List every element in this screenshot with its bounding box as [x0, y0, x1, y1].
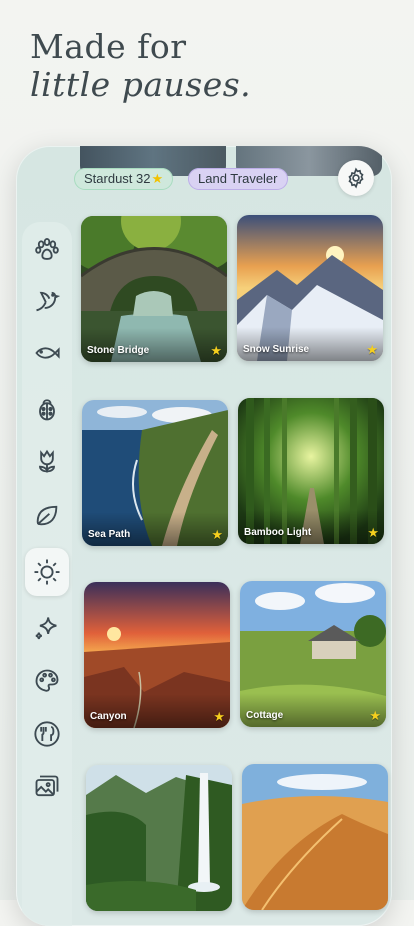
category-birds[interactable]: [25, 279, 69, 323]
photos-icon: [35, 775, 59, 797]
card-title: Bamboo Light: [244, 527, 312, 538]
bird-icon: [36, 291, 61, 312]
palette-icon: [35, 669, 59, 692]
headline: Made for little pauses.: [30, 28, 251, 104]
fish-icon: [35, 347, 60, 359]
utensils-icon: [34, 721, 60, 747]
picture-card[interactable]: [242, 764, 388, 910]
picture-card[interactable]: Bamboo Light ★: [238, 398, 384, 544]
category-landscapes[interactable]: [25, 548, 69, 596]
sparkle-icon: [35, 617, 57, 640]
stardust-label: Stardust 32: [84, 171, 151, 186]
headline-line-2: little pauses.: [30, 65, 252, 104]
favorite-star-icon[interactable]: ★: [213, 709, 225, 725]
category-fish[interactable]: [25, 331, 69, 375]
card-title: Cottage: [246, 710, 284, 721]
dune-lines-image: [242, 764, 388, 910]
category-animals[interactable]: [25, 227, 69, 271]
category-sidebar: [22, 222, 72, 926]
picture-card[interactable]: Sea Path ★: [82, 400, 228, 546]
category-photos[interactable]: [25, 765, 69, 809]
star-icon: ★: [151, 171, 164, 186]
favorite-star-icon[interactable]: ★: [211, 527, 223, 543]
land-traveler-label: Land Traveler: [198, 171, 278, 186]
favorite-star-icon[interactable]: ★: [367, 525, 379, 541]
stardust-badge[interactable]: Stardust 32★: [74, 168, 174, 190]
category-food[interactable]: [25, 712, 69, 756]
app-screen: Stardust 32★ Land Traveler Stone Bridge …: [16, 146, 392, 926]
favorite-star-icon[interactable]: ★: [366, 342, 378, 358]
category-insects[interactable]: [25, 387, 69, 431]
category-art[interactable]: [25, 659, 69, 703]
card-title: Sea Path: [88, 529, 131, 540]
green-valley-image: [86, 765, 232, 911]
ladybug-icon: [39, 399, 55, 421]
category-flowers[interactable]: [25, 440, 69, 484]
picture-card[interactable]: Canyon ★: [84, 582, 230, 728]
sun-icon: [34, 559, 60, 585]
category-magic[interactable]: [25, 606, 69, 650]
land-traveler-badge[interactable]: Land Traveler: [188, 168, 288, 190]
settings-button[interactable]: [338, 160, 374, 196]
card-title: Snow Sunrise: [243, 344, 310, 355]
picture-card[interactable]: Stone Bridge ★: [81, 216, 227, 362]
card-title: Canyon: [90, 711, 127, 722]
headline-line-1: Made for: [30, 27, 187, 66]
card-title: Stone Bridge: [87, 345, 150, 356]
tulip-icon: [39, 449, 55, 473]
picture-card[interactable]: [86, 765, 232, 911]
leaf-icon: [36, 505, 58, 526]
favorite-star-icon[interactable]: ★: [210, 343, 222, 359]
picture-card[interactable]: Snow Sunrise ★: [237, 215, 383, 361]
gear-icon: [348, 167, 364, 189]
picture-card[interactable]: Cottage ★: [240, 581, 386, 727]
paw-icon: [35, 238, 59, 260]
category-plants[interactable]: [25, 493, 69, 537]
favorite-star-icon[interactable]: ★: [369, 708, 381, 724]
